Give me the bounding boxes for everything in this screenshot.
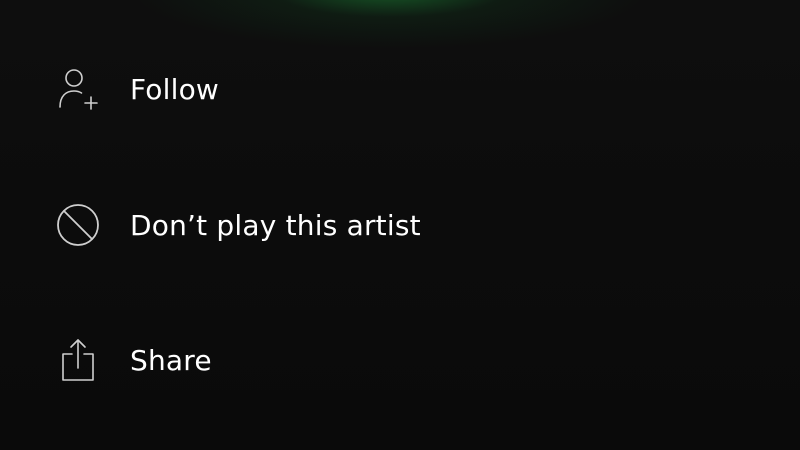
block-icon xyxy=(52,199,104,251)
artist-context-menu: Follow Don’t play this artist Share xyxy=(0,0,800,450)
menu-item-follow[interactable]: Follow xyxy=(0,49,800,129)
menu-item-share[interactable]: Share xyxy=(0,320,800,400)
context-menu-screen: Follow Don’t play this artist Share xyxy=(0,0,800,450)
follow-user-icon xyxy=(52,63,104,115)
menu-item-label: Follow xyxy=(130,72,220,106)
menu-item-label: Share xyxy=(130,343,212,377)
menu-item-dont-play-artist[interactable]: Don’t play this artist xyxy=(0,185,800,265)
share-icon xyxy=(52,334,104,386)
menu-item-label: Don’t play this artist xyxy=(130,208,421,242)
